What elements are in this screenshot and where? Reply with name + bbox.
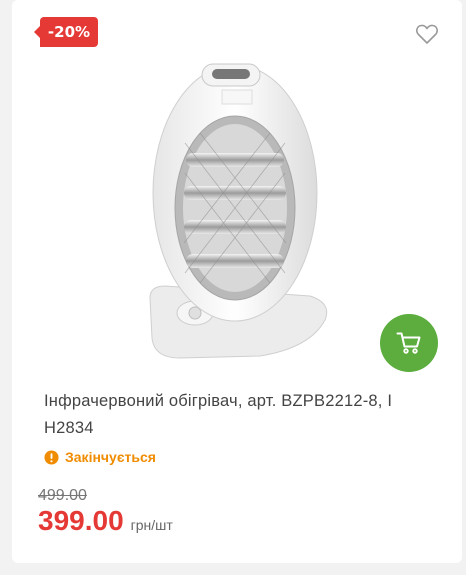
product-title[interactable]: Інфрачервоний обігрівач, арт. BZPB2212-8… bbox=[44, 388, 444, 442]
availability-text: Закінчується bbox=[65, 449, 156, 465]
price-unit: грн/шт bbox=[130, 517, 173, 533]
heart-outline-icon bbox=[416, 24, 438, 44]
shopping-cart-icon bbox=[396, 332, 421, 354]
old-price: 499.00 bbox=[38, 487, 87, 504]
discount-badge: -20% bbox=[34, 17, 98, 47]
warning-circle-icon bbox=[44, 449, 59, 465]
add-to-cart-button[interactable] bbox=[380, 314, 438, 372]
availability-status: Закінчується bbox=[44, 449, 156, 465]
product-image[interactable] bbox=[140, 58, 340, 378]
discount-badge-label: -20% bbox=[47, 23, 91, 41]
price-row: 399.00 грн/шт bbox=[38, 505, 173, 537]
wishlist-button[interactable] bbox=[415, 23, 439, 45]
current-price: 399.00 bbox=[38, 505, 124, 536]
